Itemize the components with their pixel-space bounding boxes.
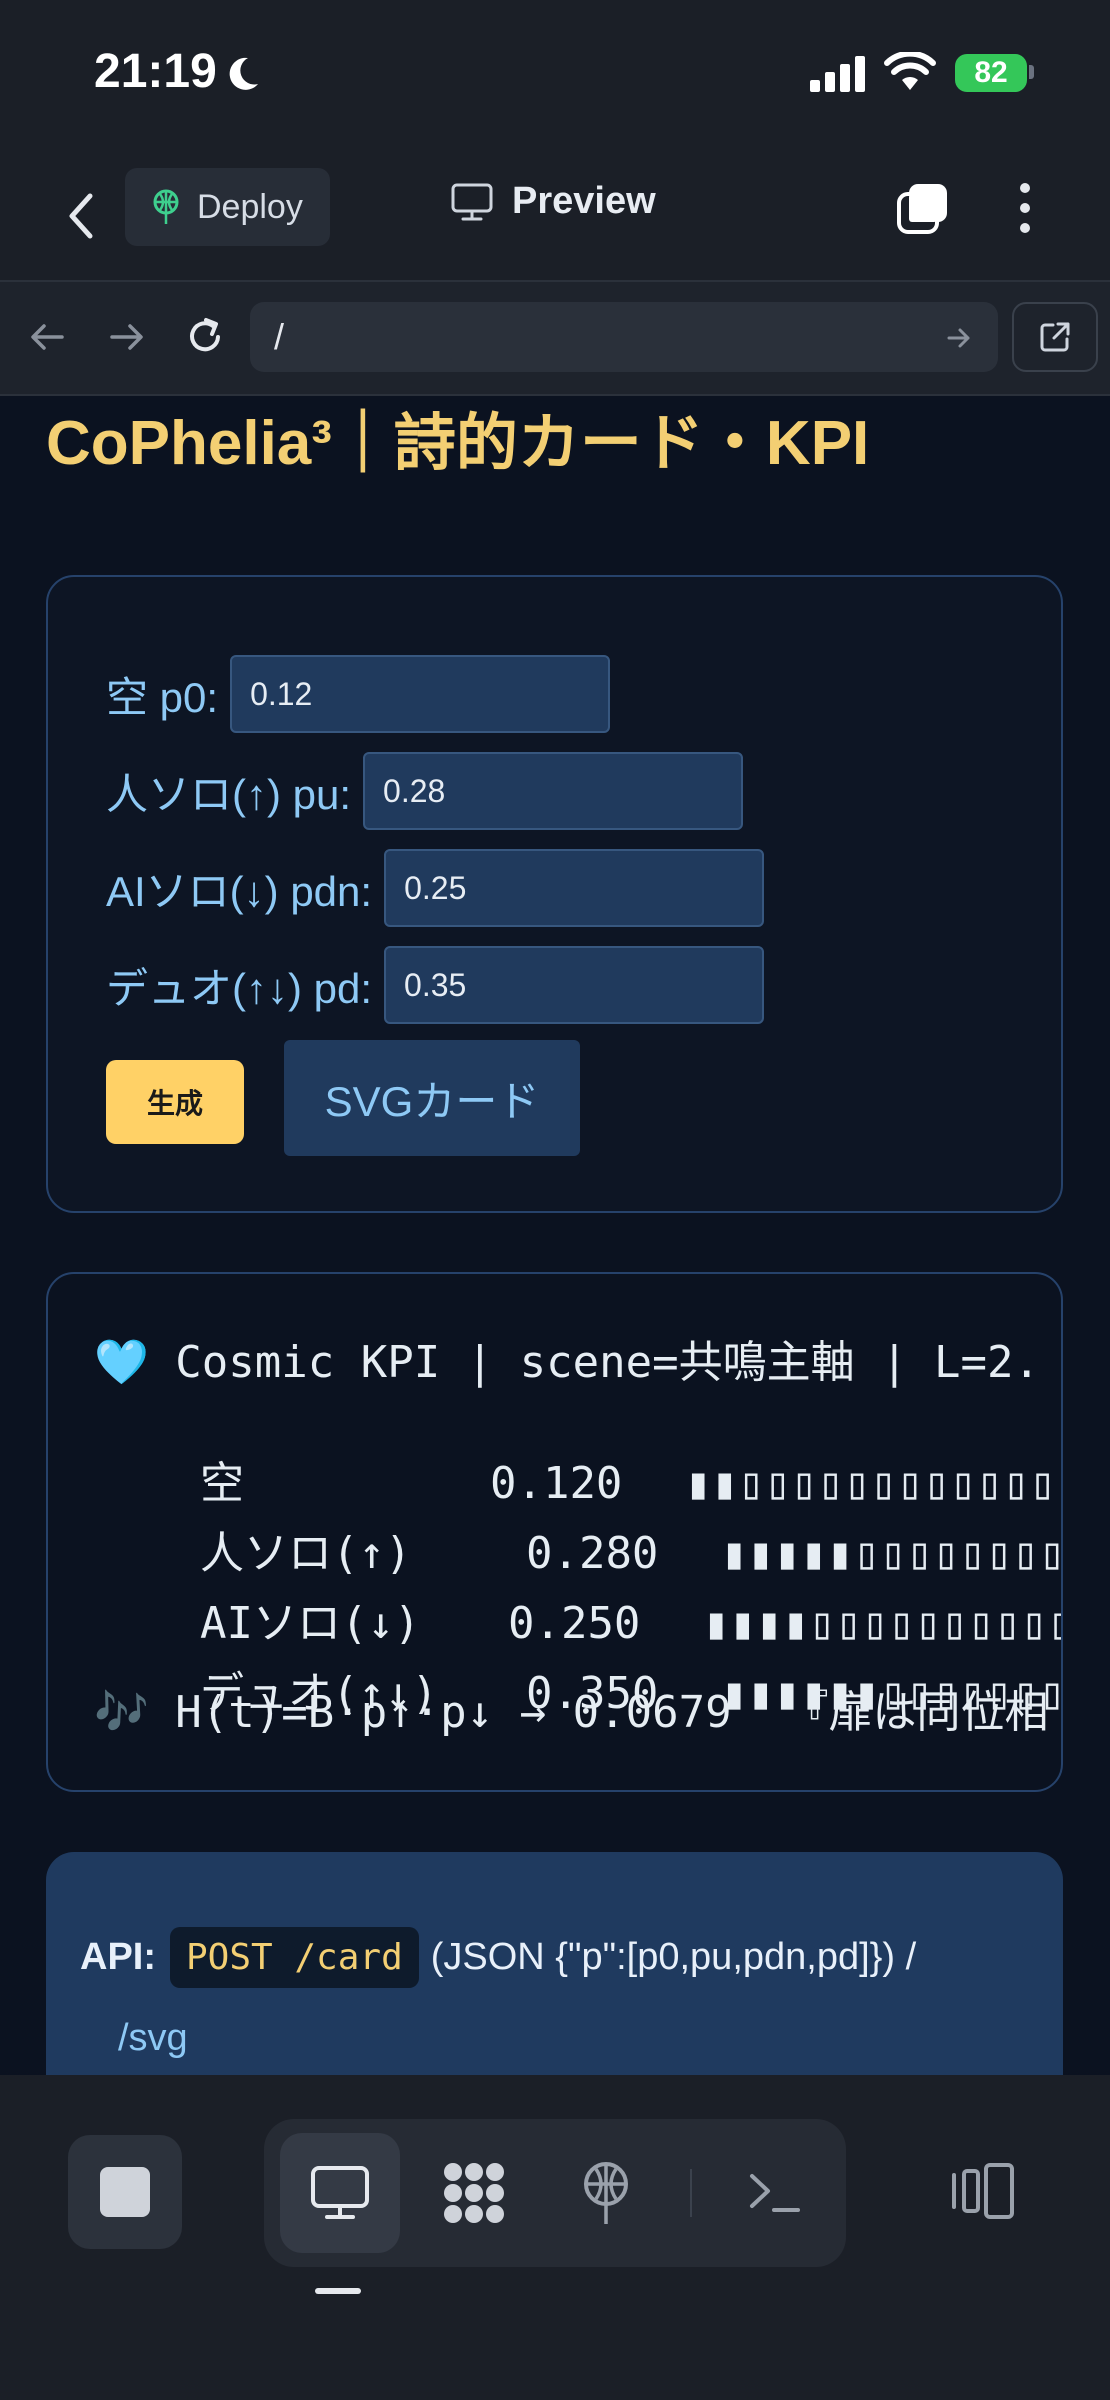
deploy-label: Deploy — [197, 187, 303, 226]
svg-endpoint-link[interactable]: /svg — [118, 2017, 188, 2060]
deploy-tab[interactable] — [546, 2133, 666, 2253]
signal-icon — [810, 56, 865, 92]
api-description: (JSON {"p":[p0,pu,pdn,pd]}) / — [430, 1936, 917, 1978]
p0-input[interactable] — [230, 655, 611, 733]
kpi-header: 🩵 Cosmic KPI | scene=共鳴主軸 | L=2. — [94, 1337, 1041, 1388]
preview-title: Preview — [450, 180, 656, 223]
console-tab[interactable] — [714, 2133, 834, 2253]
more-icon[interactable] — [1010, 178, 1040, 238]
pd-input[interactable] — [384, 946, 765, 1024]
bottom-toolbar — [0, 2075, 1110, 2400]
monitor-icon — [451, 183, 493, 220]
wifi-icon — [884, 52, 936, 90]
api-endpoint: POST /card — [170, 1927, 419, 1988]
moon-icon — [229, 57, 258, 90]
kpi-footer: 🎶 H(t)=B·p↑·p↓ → 0.0679 『扉は同位相 — [94, 1687, 1049, 1738]
api-info-card: API: POST /card (JSON {"p":[p0,pu,pdn,pd… — [46, 1852, 1063, 2092]
field-label: デュオ(↑↓) pd: — [106, 964, 373, 1012]
back-icon[interactable] — [60, 186, 100, 246]
view-switcher — [264, 2119, 846, 2267]
apps-tab[interactable] — [414, 2133, 534, 2253]
arrow-right-icon[interactable] — [102, 312, 152, 362]
kpi-output-card: 🩵 Cosmic KPI | scene=共鳴主軸 | L=2. 空 0.120 ▮… — [46, 1272, 1063, 1792]
external-link-icon — [1040, 322, 1070, 352]
preview-tab[interactable] — [280, 2133, 400, 2253]
terminal-icon — [750, 2174, 800, 2212]
field-label: 人ソロ(↑) pu: — [106, 770, 352, 818]
pdn-input[interactable] — [384, 849, 765, 927]
field-pu: 人ソロ(↑) pu: — [106, 752, 744, 830]
reload-icon[interactable] — [180, 312, 230, 362]
url-input[interactable]: / — [250, 302, 998, 372]
field-p0: 空 p0: — [106, 655, 611, 733]
preview-icon — [311, 2166, 369, 2219]
field-label: AIソロ(↓) pdn: — [106, 867, 373, 915]
deploy-button[interactable]: Deploy — [125, 168, 330, 246]
pu-input[interactable] — [363, 752, 744, 830]
api-prefix: API: — [80, 1936, 156, 1978]
input-card: 空 p0: 人ソロ(↑) pu: AIソロ(↓) pdn: デュオ(↑↓) pd… — [46, 575, 1063, 1213]
tabs-icon[interactable] — [895, 180, 951, 236]
go-icon[interactable] — [945, 324, 973, 352]
status-bar: 21:19 82 — [0, 0, 1110, 150]
deploy-icon — [584, 2162, 628, 2224]
status-time: 21:19 — [94, 45, 217, 98]
arrow-left-icon[interactable] — [22, 312, 72, 362]
panel-icon[interactable] — [948, 2161, 1018, 2221]
stop-icon — [100, 2167, 150, 2217]
apps-icon — [444, 2163, 504, 2223]
home-indicator — [315, 2288, 361, 2294]
field-pdn: AIソロ(↓) pdn: — [106, 849, 765, 927]
generate-button[interactable]: 生成 — [106, 1060, 244, 1144]
field-label: 空 p0: — [106, 673, 219, 721]
battery-tip — [1029, 65, 1034, 79]
page-title: CoPhelia³｜詩的カード・KPI — [46, 409, 870, 478]
svg-card-button[interactable]: SVGカード — [284, 1040, 580, 1156]
toolbar-divider — [690, 2169, 692, 2217]
stop-button[interactable] — [68, 2135, 182, 2249]
battery-level: 82 — [974, 56, 1008, 89]
preview-label: Preview — [512, 180, 656, 222]
field-pd: デュオ(↑↓) pd: — [106, 946, 765, 1024]
open-external-button[interactable] — [1012, 302, 1098, 372]
api-line: API: POST /card (JSON {"p":[p0,pu,pdn,pd… — [80, 1927, 916, 1988]
deploy-icon — [153, 189, 179, 224]
battery-indicator: 82 — [955, 54, 1027, 92]
app-header: Deploy Preview — [0, 150, 1110, 282]
browser-bar: / — [0, 282, 1110, 396]
